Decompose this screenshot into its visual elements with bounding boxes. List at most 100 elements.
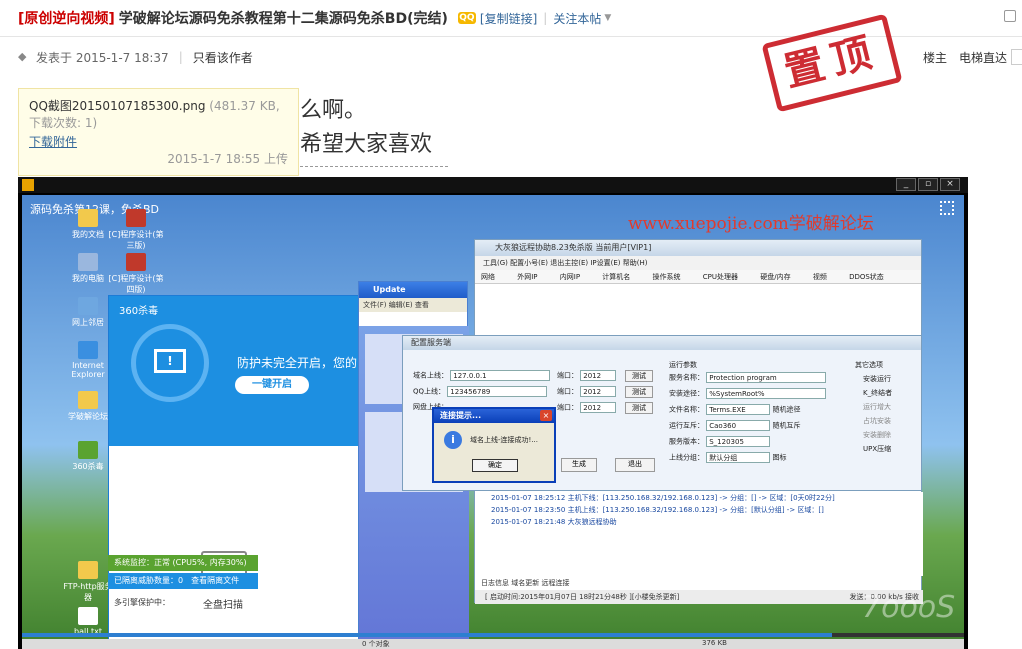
port-label: 端口： — [557, 387, 578, 396]
thread-title-bar: [原创逆向视频] 学破解论坛源码免杀教程第十二集源码免杀BD(完结) QQ [复… — [18, 8, 611, 28]
post-text-line1: 么啊。 — [300, 98, 367, 123]
thread-title: 学破解论坛源码免杀教程第十二集源码免杀BD(完结) — [118, 11, 448, 27]
service-label: 服务名称： — [669, 373, 704, 382]
port-input: 2012 — [580, 402, 617, 413]
sticky-stamp: 置顶 — [761, 13, 903, 113]
run-params-heading: 运行参数 — [669, 361, 697, 369]
minimize-icon[interactable]: _ — [896, 178, 916, 191]
download-attachment-link[interactable]: 下载附件 — [29, 133, 288, 150]
remote-column-header: CPU处理器 — [702, 273, 738, 281]
remote-status-bar: [ 启动时间:2015年01月07日 18时21分48秒 ][小楼免杀更新] 发… — [475, 590, 923, 604]
desktop-icon-label: Internet Explorer — [71, 361, 105, 379]
video-progress-bar[interactable] — [22, 633, 964, 637]
desktop-icon-label: 我的文档 — [72, 230, 104, 239]
info-icon: i — [444, 431, 462, 449]
text-file-icon — [78, 607, 98, 625]
random-mutex-check: 随机互斥 — [772, 421, 801, 430]
remote-columns: 网络 外网IP 内网IP 计算机名 操作系统 CPU处理器 硬盘/内存 视频 D… — [475, 270, 921, 284]
forum-thread-page: [原创逆向视频] 学破解论坛源码免杀教程第十二集源码免杀BD(完结) QQ [复… — [0, 0, 1022, 649]
attachment-filename: QQ截图20150107185300.png — [29, 99, 206, 113]
remote-column-header: 外网IP — [517, 273, 538, 281]
meta-divider: | — [178, 50, 183, 64]
av360-monitor-status: 系统监控：正常 (CPU5%, 内存30%) — [108, 555, 258, 571]
qq-share-icon[interactable]: QQ — [457, 12, 476, 24]
chevron-down-icon[interactable]: ▼ — [604, 13, 611, 23]
port-input: 2012 — [580, 370, 617, 381]
port-label: 端口： — [557, 403, 578, 412]
test-button: 测试 — [625, 386, 653, 398]
explorer-title: Update — [359, 282, 467, 298]
post-divider — [300, 166, 448, 167]
computer-icon — [78, 253, 98, 271]
remote-column-header: 网络 — [481, 273, 495, 281]
connect-message-box: 连接提示... × i 域名上线-连接成功!... 确定 — [432, 407, 556, 483]
qq-input: 123456789 — [447, 386, 548, 397]
folder-icon — [78, 209, 98, 227]
alert-icon: ! — [154, 349, 186, 373]
av360-status-ring: ! — [131, 324, 209, 402]
mutex-field: 运行互斥： Cao360 随机互斥 — [669, 420, 800, 431]
group-select: 默认分组 — [706, 452, 771, 463]
close-icon[interactable]: × — [940, 178, 960, 191]
av360-warning: 防护未完全开启，您的 — [237, 356, 358, 370]
folder-size: 376 KB — [702, 639, 727, 647]
desktop-icon-label: FTP-http服务器 — [63, 582, 113, 602]
post-date: 发表于 2015-1-7 18:37 — [36, 50, 169, 65]
desktop-icon-label: 学破解论坛 — [68, 412, 108, 421]
test-button: 测试 — [625, 370, 653, 382]
video-player[interactable]: _ ▫ × 源码免杀第12课，免杀BD www.xuepojie.com学破解论… — [18, 177, 968, 649]
msgbox-text: 域名上线-连接成功!... — [470, 436, 539, 444]
restore-icon[interactable]: ▫ — [918, 178, 938, 191]
msgbox-title: 连接提示... — [434, 409, 554, 423]
shield-icon — [78, 441, 98, 459]
thread-tag[interactable]: [原创逆向视频] — [18, 8, 115, 28]
av360-header: 360杀毒 ! 防护未完全开启，您的 一键开启 — [109, 296, 361, 446]
file-input: Terms.EXE — [706, 404, 771, 415]
version-label: 服务版本： — [669, 437, 704, 446]
install-label: 安装途径： — [669, 389, 704, 398]
floor-owner-label: 楼主 — [923, 50, 948, 65]
qq-field: QQ上线： 123456789 — [413, 386, 548, 397]
av360-window: 360杀毒 ! 防护未完全开启，您的 一键开启 全盘扫描 — [108, 295, 362, 649]
option-check: 占坑安装 — [863, 417, 891, 425]
port-field: 端口： 2012 — [557, 402, 617, 413]
post-meta: ◆ 发表于 2015-1-7 18:37 | 只看该作者 — [18, 48, 253, 66]
video-frame: 源码免杀第12课，免杀BD www.xuepojie.com学破解论坛 我的文档… — [22, 195, 964, 649]
av360-scan-label: 全盘扫描 — [203, 600, 243, 611]
fullscreen-icon[interactable] — [940, 201, 954, 215]
config-title: 配置服务端 — [403, 336, 921, 350]
copy-link-button[interactable]: [复制链接] — [480, 10, 537, 27]
remote-column-header: DDOS状态 — [849, 273, 884, 281]
folder-icon — [78, 391, 98, 409]
av360-isolated-status: 已隔离威胁数量：0 查看隔离文件 — [108, 573, 258, 589]
desktop-icon-label: 网上邻居 — [72, 318, 104, 327]
desktop-shortcut: [C]程序设计(第三版) — [108, 209, 164, 251]
version-input: S_120305 — [706, 436, 771, 447]
port-field: 端口： 2012 — [557, 370, 617, 381]
file-field: 文件名称： Terms.EXE 随机途径 — [669, 404, 800, 415]
remote-log-list: 2015-01-07 18:25:12 主机下线：[113.250.168.32… — [475, 492, 923, 576]
remote-column-header: 硬盘/内存 — [760, 273, 791, 281]
page-scrollbar[interactable] — [1008, 46, 1022, 646]
option-check: 安装删除 — [863, 431, 891, 439]
folder-icon — [78, 561, 98, 579]
site-brand-logo: 7oooS — [862, 590, 956, 625]
explorer-menu: 文件(F) 编辑(E) 查看 — [359, 298, 467, 312]
install-field: 安装途径： %SystemRoot% — [669, 388, 827, 399]
log-row: 2015-01-07 18:25:12 主机下线：[113.250.168.32… — [491, 494, 835, 502]
av360-enable-button: 一键开启 — [235, 376, 309, 394]
remote-column-header: 内网IP — [559, 273, 581, 281]
log-row: 2015-01-07 18:23:50 主机上线：[113.250.168.32… — [491, 506, 824, 514]
print-icon[interactable] — [1004, 10, 1016, 22]
port-label: 端口： — [557, 371, 578, 380]
test-button: 测试 — [625, 402, 653, 414]
msgbox-ok-button: 确定 — [472, 459, 518, 472]
only-author-link[interactable]: 只看该作者 — [193, 49, 253, 66]
follow-thread-button[interactable]: 关注本帖 — [553, 10, 601, 27]
ie-icon — [78, 341, 98, 359]
install-input: %SystemRoot% — [706, 388, 827, 399]
group-label: 上线分组： — [669, 453, 704, 462]
other-options-heading: 其它选项 — [855, 361, 883, 369]
group-field: 上线分组： 默认分组 图标 — [669, 452, 786, 463]
mutex-label: 运行互斥： — [669, 421, 704, 430]
